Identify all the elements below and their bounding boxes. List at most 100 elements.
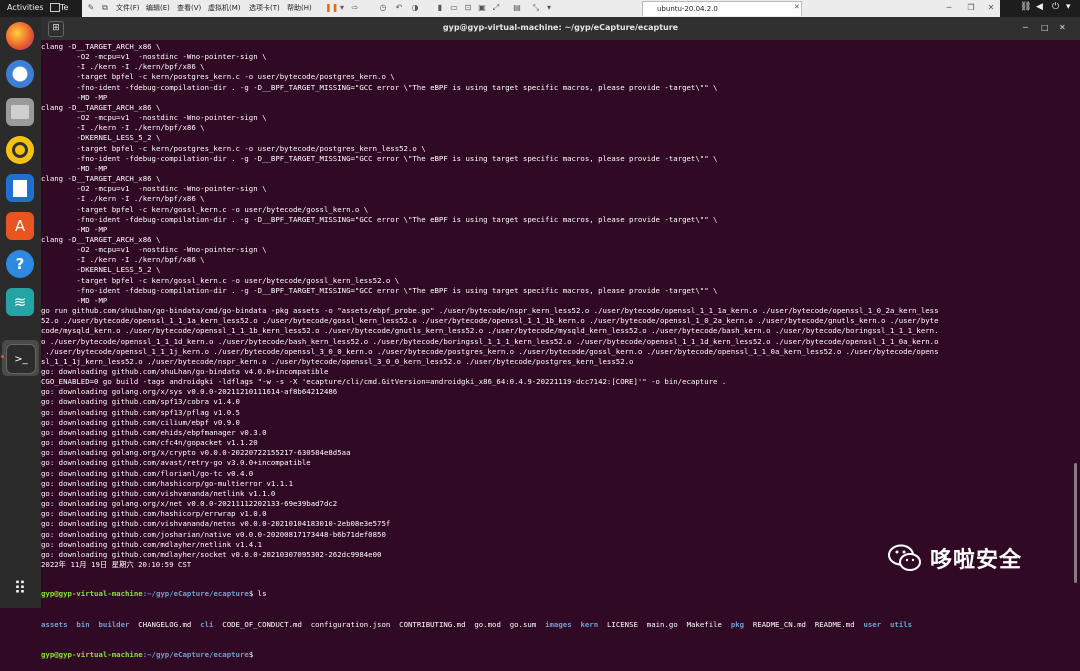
terminal-line: -O2 -mcpu=v1 -nostdinc -Wno-pointer-sign… — [41, 245, 267, 255]
minimize-vm-icon[interactable]: ─ — [944, 3, 954, 13]
software-center-icon[interactable]: A — [6, 212, 34, 240]
unity-icon[interactable]: ▣ — [477, 3, 487, 13]
fullscreen-icon[interactable]: ⊡ — [463, 3, 473, 13]
pause-icon[interactable]: ❚❚ — [325, 3, 338, 13]
menu-tabs[interactable]: 选项卡(T) — [249, 3, 280, 13]
command-text: ls — [257, 589, 267, 599]
terminal-line: clang -D__TARGET_ARCH_x86 \ — [41, 174, 161, 184]
terminal-output-text: clang -D__TARGET_ARCH_x86 \ -O2 -mcpu=v1… — [41, 40, 1071, 570]
console-icon[interactable]: ▤ — [512, 3, 522, 13]
ls-directory: utils — [890, 619, 913, 629]
terminal-line: go: downloading github.com/avast/retry-g… — [41, 458, 311, 468]
ls-directory: user — [863, 619, 882, 629]
terminal-header: ⊞ gyp@gyp-virtual-machine: ~/gyp/eCaptur… — [41, 17, 1080, 40]
terminal-line: go: downloading github.com/spf13/pflag v… — [41, 407, 240, 417]
watermark-text: 哆啦安全 — [930, 548, 1023, 573]
pin-icon[interactable]: ✎ — [86, 3, 96, 13]
prompt-symbol: $ — [248, 650, 258, 660]
terminal-line: -MD -MP — [41, 163, 108, 173]
vm-tab[interactable]: ubuntu-20.04.2.0 — [642, 1, 802, 16]
terminal-prompt-area[interactable]: gyp@gyp-virtual-machine:~/gyp/eCapture/e… — [41, 569, 1071, 671]
terminal-line: -O2 -mcpu=v1 -nostdinc -Wno-pointer-sign… — [41, 52, 267, 62]
ls-file: README_CN.md — [752, 619, 806, 629]
terminal-line: -I ./kern -I ./kern/bpf/x86 \ — [41, 123, 205, 133]
terminal-line: go: downloading github.com/shuLhan/go-bi… — [41, 367, 329, 376]
vm-tab-label: ubuntu-20.04.2.0 — [657, 5, 718, 13]
volume-icon[interactable]: ◀ — [1036, 2, 1043, 12]
top-bar: Activities Te ✎ ⧉ 文件(F) 编辑(E) 查看(V) 虚拟机(… — [0, 0, 1080, 17]
prompt-line-ls: gyp@gyp-virtual-machine:~/gyp/eCapture/e… — [41, 589, 1071, 599]
terminal-line: go: downloading github.com/florianl/go-t… — [41, 468, 254, 478]
stretch-dropdown-icon[interactable]: ▾ — [544, 3, 554, 13]
vm-tab-close-icon[interactable]: ✕ — [794, 3, 800, 11]
network-icon[interactable]: ⛓ — [1020, 2, 1031, 12]
close-icon[interactable]: ✕ — [1059, 23, 1066, 32]
terminal-line: code/mysqld_kern.o ./user/bytecode/opens… — [41, 326, 939, 336]
ls-file: Makefile — [686, 619, 722, 629]
snapshot-manager-icon[interactable]: ◑ — [410, 3, 420, 13]
snapshot-icon[interactable]: ◷ — [378, 3, 388, 13]
activities-button[interactable]: Activities — [7, 3, 44, 12]
menu-help[interactable]: 帮助(H) — [287, 3, 312, 13]
terminal-line: sl_1_1_1j_kern_less52.o ./user/bytecode/… — [41, 356, 634, 366]
terminal-line: 52.o ./user/bytecode/openssl_1_1_1a_kern… — [41, 316, 939, 326]
thumbnail-icon[interactable]: ▭ — [449, 3, 459, 13]
ls-directory: cli — [200, 619, 214, 629]
prompt-path: :~/gyp/eCapture/ecapture — [142, 650, 249, 660]
snapshot-restore-icon[interactable]: ↶ — [394, 3, 404, 13]
te-window-label[interactable]: Te — [60, 3, 68, 12]
terminal-icon[interactable]: >_ — [6, 344, 36, 374]
send-keys-icon[interactable]: ⇨ — [350, 3, 360, 13]
maximize-icon[interactable]: □ — [1041, 23, 1049, 32]
terminal-line: -target bpfel -c kern/postgres_kern.c -o… — [41, 72, 395, 82]
files-icon[interactable] — [6, 98, 34, 126]
terminal-line: -target bpfel -c kern/gossl_kern.c -o us… — [41, 275, 400, 285]
terminal-line: -O2 -mcpu=v1 -nostdinc -Wno-pointer-sign… — [41, 184, 267, 194]
app-stack-icon[interactable]: ≋ — [6, 288, 34, 316]
terminal-title: gyp@gyp-virtual-machine: ~/gyp/eCapture/… — [442, 23, 679, 32]
restore-vm-icon[interactable]: ❐ — [966, 3, 976, 13]
firefox-icon[interactable] — [6, 22, 34, 50]
rhythmbox-icon[interactable] — [6, 136, 34, 164]
writer-icon[interactable] — [6, 174, 34, 202]
ls-file: configuration.json — [310, 619, 391, 629]
thunderbird-icon[interactable] — [6, 60, 34, 88]
close-vm-icon[interactable]: ✕ — [986, 3, 996, 13]
terminal-line: clang -D__TARGET_ARCH_x86 \ — [41, 42, 161, 51]
terminal-line: -MD -MP — [41, 224, 108, 234]
terminal-line: go: downloading github.com/vishvananda/n… — [41, 519, 391, 529]
fit-icon[interactable]: ⤢ — [491, 3, 501, 13]
system-menu-chevron-icon[interactable]: ▾ — [1066, 2, 1071, 12]
terminal-line: -MD -MP — [41, 295, 108, 305]
help-icon[interactable]: ? — [6, 250, 34, 278]
terminal-line: go: downloading golang.org/x/net v0.0.0-… — [41, 499, 338, 509]
terminal-line: ./user/bytecode/openssl_1_1_1j_kern.o ./… — [41, 346, 939, 356]
ls-file: main.go — [646, 619, 678, 629]
terminal-line: go: downloading github.com/vishvananda/n… — [41, 488, 276, 498]
menu-vm[interactable]: 虚拟机(M) — [208, 3, 241, 13]
sidebar-icon[interactable]: ▮ — [435, 3, 445, 13]
terminal-line: -target bpfel -c kern/gossl_kern.c -o us… — [41, 204, 369, 214]
menu-file[interactable]: 文件(F) — [116, 3, 140, 13]
te-window-icon[interactable] — [50, 3, 60, 12]
menu-view[interactable]: 查看(V) — [177, 3, 201, 13]
terminal-line: go: downloading golang.org/x/crypto v0.0… — [41, 448, 351, 458]
terminal-line: o ./user/bytecode/openssl_1_1_1d_kern.o … — [41, 336, 939, 346]
ls-file: CONTRIBUTING.md — [399, 619, 466, 629]
ls-file: go.sum — [509, 619, 537, 629]
power-icon[interactable]: ⏻ — [1052, 2, 1059, 12]
terminal-line: -I ./kern -I ./kern/bpf/x86 \ — [41, 255, 205, 265]
stretch-icon[interactable]: ⤡ — [531, 3, 541, 13]
minimize-icon[interactable]: ─ — [1023, 23, 1028, 32]
terminal-line: -DKERNEL_LESS_5_2 \ — [41, 133, 161, 143]
menu-edit[interactable]: 编辑(E) — [146, 3, 170, 13]
terminal-line: go: downloading golang.org/x/sys v0.0.0-… — [41, 387, 338, 397]
dropdown-icon[interactable]: ▾ — [337, 3, 347, 13]
vm-home-icon[interactable]: ⧉ — [100, 3, 110, 13]
terminal-scrollbar[interactable] — [1074, 463, 1077, 583]
terminal-output[interactable]: clang -D__TARGET_ARCH_x86 \ -O2 -mcpu=v1… — [41, 40, 1071, 606]
wechat-watermark: 哆啦安全 — [888, 540, 1022, 576]
terminal-line: -I ./kern -I ./kern/bpf/x86 \ — [41, 62, 205, 72]
show-apps-icon[interactable]: ⠿ — [6, 575, 34, 603]
terminal-line: go: downloading github.com/hashicorp/err… — [41, 509, 267, 519]
